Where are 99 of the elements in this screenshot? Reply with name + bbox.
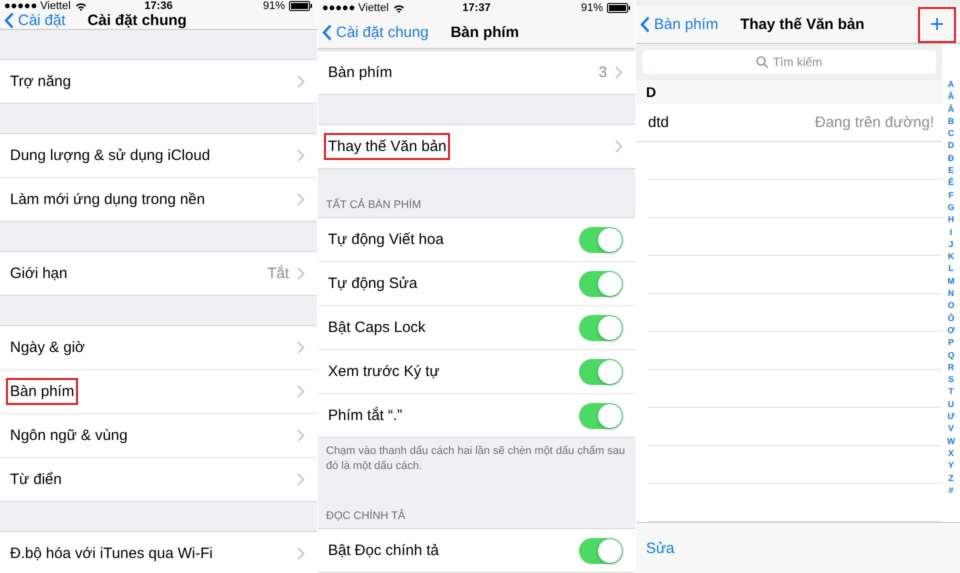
back-chevron-icon <box>640 16 650 33</box>
toggle-switch[interactable] <box>579 226 623 252</box>
chevron-icon <box>297 547 305 560</box>
back-button[interactable]: Bàn phím <box>640 16 718 33</box>
chevron-icon <box>297 267 305 280</box>
index-letter[interactable]: B <box>948 114 954 128</box>
carrier-name: ●●●●● Viettel <box>322 2 389 14</box>
chevron-icon <box>297 75 305 88</box>
index-letter[interactable]: Q <box>948 348 954 361</box>
setting-label[interactable]: Giới hạn <box>6 260 72 287</box>
chevron-icon <box>297 385 305 398</box>
setting-value: Tắt <box>267 265 289 282</box>
index-letter[interactable]: X <box>948 446 954 460</box>
battery-icon <box>606 3 631 14</box>
chevron-icon <box>297 429 305 442</box>
setting-label[interactable]: Ngày & giờ <box>6 334 89 361</box>
setting-label[interactable]: Tự động Viết hoa <box>324 226 448 253</box>
setting-label[interactable]: Thay thế Văn bản <box>324 133 450 160</box>
chevron-icon <box>297 193 305 206</box>
clock-time: 17:36 <box>144 0 173 12</box>
index-letter[interactable]: Đ <box>948 152 954 164</box>
setting-label[interactable]: Làm mới ứng dụng trong nền <box>6 186 209 213</box>
setting-label[interactable]: Dung lượng & sử dụng iCloud <box>6 142 214 169</box>
index-letter[interactable]: Ă <box>948 90 954 103</box>
setting-label[interactable]: Xem trước Ký tự <box>324 358 444 385</box>
setting-label[interactable]: Bật Caps Lock <box>324 314 430 341</box>
back-chevron-icon <box>4 12 14 29</box>
index-letter[interactable]: A <box>948 78 954 90</box>
index-letter[interactable]: Ơ <box>947 324 955 336</box>
screen-title: Bàn phím <box>450 24 519 41</box>
index-letter[interactable]: Ư <box>947 410 955 422</box>
carrier-name: ●●●●● Viettel <box>4 0 71 12</box>
setting-value: 3 <box>598 64 607 81</box>
setting-label[interactable]: Phím tắt “.” <box>324 402 406 429</box>
index-letter[interactable]: H <box>948 213 954 226</box>
index-letter[interactable]: D <box>948 139 954 152</box>
edit-button[interactable]: Sửa <box>646 540 674 556</box>
index-letter[interactable]: Y <box>948 459 954 472</box>
index-letter[interactable]: # <box>948 484 954 496</box>
index-letter[interactable]: W <box>946 434 956 447</box>
setting-label[interactable]: Ngôn ngữ & vùng <box>6 422 132 449</box>
index-letter[interactable]: F <box>948 188 954 201</box>
index-letter[interactable]: J <box>948 238 954 250</box>
toggle-switch[interactable] <box>579 314 623 340</box>
chevron-icon <box>297 341 305 354</box>
wifi-icon <box>392 4 405 13</box>
search-icon <box>756 56 768 68</box>
toggle-switch[interactable] <box>579 402 623 428</box>
index-letter[interactable]: N <box>948 287 954 300</box>
setting-label[interactable]: Tự động Sửa <box>324 270 422 297</box>
add-button[interactable]: + <box>918 6 956 42</box>
phrase-text: Đang trên đường! <box>814 114 934 131</box>
index-letter[interactable]: R <box>948 360 954 374</box>
setting-label[interactable]: Bàn phím <box>6 378 78 405</box>
battery-percent: 91% <box>580 2 603 14</box>
index-letter[interactable]: P <box>948 336 954 349</box>
screen-title: Thay thế Văn bản <box>740 16 864 33</box>
back-chevron-icon <box>322 24 332 41</box>
index-letter[interactable]: Z <box>948 472 954 484</box>
section-header: TẤT CẢ BÀN PHÍM <box>325 197 422 213</box>
chevron-icon <box>297 473 305 486</box>
back-button[interactable]: Cài đặt <box>4 12 66 29</box>
index-letter[interactable]: Ô <box>948 312 954 324</box>
index-letter[interactable]: E <box>948 164 954 176</box>
setting-label[interactable]: Bật Đọc chính tả <box>324 537 443 564</box>
index-letter[interactable]: M <box>947 274 955 288</box>
index-letter[interactable]: U <box>948 398 954 410</box>
toggle-switch[interactable] <box>579 270 623 296</box>
search-field[interactable]: Tìm kiếm <box>642 50 936 74</box>
section-header: D <box>636 80 942 104</box>
index-letter[interactable]: Â <box>948 102 954 115</box>
chevron-icon <box>615 140 623 153</box>
screen-title: Cài đặt chung <box>88 12 187 29</box>
index-letter[interactable]: Ê <box>948 176 954 189</box>
index-letter[interactable]: C <box>948 127 954 140</box>
index-letter[interactable]: K <box>948 250 954 262</box>
setting-label[interactable]: Từ điển <box>6 466 66 493</box>
battery-icon <box>288 1 313 11</box>
index-letter[interactable]: I <box>950 226 952 238</box>
chevron-icon <box>297 149 305 162</box>
index-letter[interactable]: O <box>948 299 954 312</box>
index-letter[interactable]: S <box>948 373 954 386</box>
back-button[interactable]: Cài đặt chung <box>322 24 429 41</box>
setting-label[interactable]: Đ.bộ hóa với iTunes qua Wi-Fi <box>6 540 217 567</box>
battery-percent: 91% <box>262 0 285 12</box>
section-footer: Chạm vào thanh dấu cách hai lần sẽ chèn một dấu chấm sau đó là một dấu cách. <box>318 438 635 480</box>
clock-time: 17:37 <box>462 2 491 14</box>
setting-label[interactable]: Bàn phím <box>324 59 396 86</box>
toggle-switch[interactable] <box>579 538 623 564</box>
index-letter[interactable]: L <box>948 262 954 275</box>
index-letter[interactable]: T <box>948 385 954 398</box>
index-letter[interactable]: G <box>948 200 954 214</box>
chevron-icon <box>615 66 623 79</box>
toggle-switch[interactable] <box>579 358 623 384</box>
shortcut-text[interactable]: dtd <box>648 114 669 131</box>
section-header: ĐỌC CHÍNH TẢ <box>325 508 406 524</box>
setting-label[interactable]: Trợ năng <box>6 68 75 95</box>
wifi-icon <box>74 2 87 10</box>
index-letter[interactable]: V <box>948 422 954 435</box>
